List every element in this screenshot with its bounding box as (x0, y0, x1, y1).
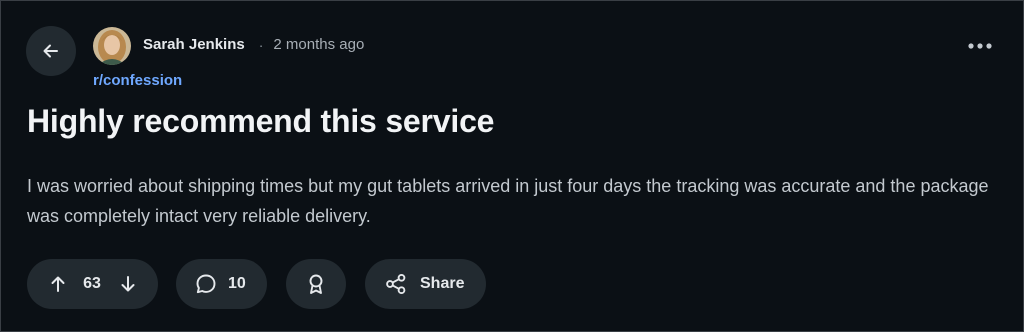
arrow-down-icon (118, 274, 138, 294)
author-name[interactable]: Sarah Jenkins (143, 36, 245, 53)
upvote-button[interactable] (46, 272, 70, 296)
post-body: I was worried about shipping times but m… (27, 176, 989, 226)
back-button[interactable] (26, 26, 76, 76)
arrow-up-icon (48, 274, 68, 294)
award-ribbon-icon (306, 273, 326, 295)
comments-button[interactable]: 10 (176, 259, 267, 309)
more-horizontal-icon (967, 42, 993, 50)
comment-bubble-icon (194, 272, 218, 296)
vote-count: 63 (83, 275, 101, 292)
comment-count: 10 (228, 275, 246, 292)
award-button[interactable] (286, 259, 346, 309)
share-label: Share (420, 275, 465, 292)
post-timestamp: 2 months ago (273, 36, 365, 53)
post-title: Highly recommend this service (27, 103, 495, 139)
more-options-button[interactable] (963, 31, 997, 61)
arrow-left-icon (41, 41, 61, 61)
share-button[interactable]: Share (365, 259, 486, 309)
downvote-button[interactable] (116, 272, 140, 296)
meta-separator: · (258, 36, 264, 53)
avatar[interactable] (93, 27, 131, 65)
subreddit-link[interactable]: r/confession (93, 72, 182, 89)
share-nodes-icon (384, 272, 408, 296)
post-view: Sarah Jenkins · 2 months ago r/confessio… (0, 0, 1024, 332)
post-meta: Sarah Jenkins · 2 months ago (143, 36, 364, 53)
vote-control: 63 (27, 259, 158, 309)
